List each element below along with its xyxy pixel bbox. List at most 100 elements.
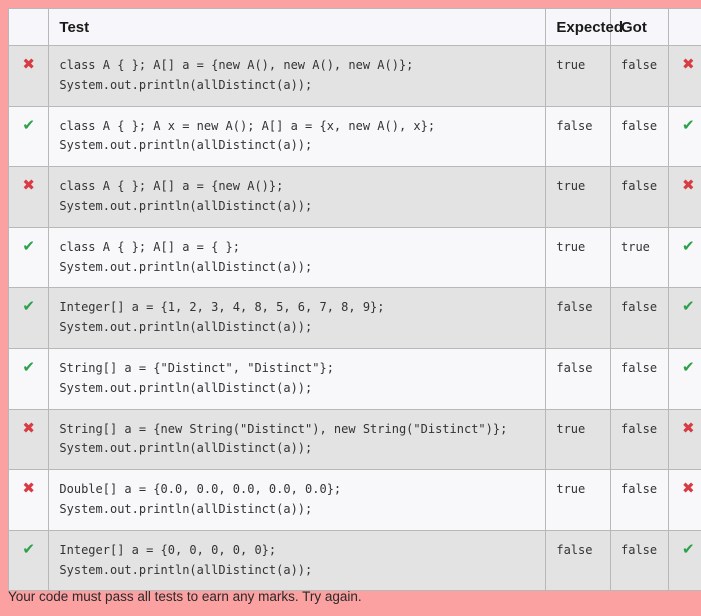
expected-value-cell: true (545, 408, 611, 471)
got-value-cell: false (610, 166, 669, 228)
test-results-panel: Test Expected Got ✖ class A { }; A[] a = … (0, 0, 701, 616)
test-results-table: Test Expected Got ✖ class A { }; A[] a = … (7, 8, 701, 592)
status-pass-icon: ✔ (7, 529, 50, 592)
table-header: Test Expected Got (7, 8, 701, 46)
result-pass-icon: ✔ (667, 105, 701, 168)
expected-value-cell: true (545, 45, 611, 107)
code-line: String[] a = {"Distinct", "Distinct"}; (59, 360, 334, 375)
check-icon: ✔ (681, 540, 695, 558)
table-row: ✖ class A { }; A[] a = {new A(), new A(),… (7, 45, 701, 107)
check-icon: ✔ (22, 540, 35, 558)
code-line: class A { }; A[] a = { }; (59, 239, 241, 254)
cross-icon: ✖ (681, 177, 695, 195)
check-icon: ✔ (681, 237, 695, 255)
table-row: ✔ String[] a = {"Distinct", "Distinct"}; S… (7, 347, 701, 410)
check-icon: ✔ (681, 298, 695, 316)
got-value-cell: false (610, 105, 669, 168)
cross-icon: ✖ (22, 480, 35, 498)
got-value-cell: false (610, 45, 669, 107)
status-fail-icon: ✖ (7, 469, 50, 531)
result-pass-icon: ✔ (667, 226, 701, 289)
test-code-cell: class A { }; A[] a = {new A()}; System.ou… (48, 166, 547, 228)
code-line: System.out.println(allDistinct(a)); (59, 562, 313, 577)
code-line: System.out.println(allDistinct(a)); (59, 441, 313, 456)
table-row: ✖ Double[] a = {0.0, 0.0, 0.0, 0.0, 0.0};… (7, 469, 701, 531)
expected-value-cell: false (545, 529, 611, 592)
table-row: ✖ class A { }; A[] a = {new A()}; System.o… (7, 166, 701, 228)
column-header-test: Test (48, 8, 547, 46)
check-icon: ✔ (22, 237, 35, 255)
expected-value-cell: true (545, 469, 611, 531)
test-code-cell: Double[] a = {0.0, 0.0, 0.0, 0.0, 0.0}; S… (48, 469, 547, 531)
got-value-cell: false (610, 287, 669, 349)
test-code-cell: Integer[] a = {1, 2, 3, 4, 8, 5, 6, 7, 8… (48, 287, 547, 349)
check-icon: ✔ (681, 116, 695, 134)
column-header-expected: Expected (545, 8, 623, 46)
result-fail-icon: ✖ (667, 45, 701, 107)
result-pass-icon: ✔ (667, 287, 701, 349)
test-code-cell: String[] a = {new String("Distinct"), ne… (48, 408, 547, 471)
expected-value-cell: true (545, 226, 611, 289)
cross-icon: ✖ (22, 177, 35, 195)
footer-message: Your code must pass all tests to earn an… (8, 589, 362, 604)
result-pass-icon: ✔ (667, 347, 701, 410)
result-fail-icon: ✖ (667, 469, 701, 531)
column-header-result (667, 8, 701, 46)
status-fail-icon: ✖ (7, 166, 50, 228)
check-icon: ✔ (22, 116, 35, 134)
cross-icon: ✖ (681, 56, 695, 73)
result-fail-icon: ✖ (667, 408, 701, 471)
table-row: ✔ class A { }; A x = new A(); A[] a = {x,… (7, 105, 701, 168)
status-pass-icon: ✔ (7, 226, 50, 289)
test-code-cell: String[] a = {"Distinct", "Distinct"}; Sy… (48, 347, 547, 410)
got-value-cell: false (610, 347, 669, 410)
result-fail-icon: ✖ (667, 166, 701, 228)
expected-value-cell: true (545, 166, 611, 228)
expected-value-cell: false (545, 287, 611, 349)
got-value-cell: false (610, 469, 669, 531)
cross-icon: ✖ (681, 480, 695, 498)
cross-icon: ✖ (22, 56, 35, 73)
test-code-cell: class A { }; A[] a = { }; System.out.prin… (48, 226, 547, 289)
got-value-cell: false (610, 529, 669, 592)
status-pass-icon: ✔ (7, 287, 50, 349)
got-value-cell: false (610, 408, 669, 471)
table-row: ✖ String[] a = {new String("Distinct"), n… (7, 408, 701, 471)
code-line: Integer[] a = {1, 2, 3, 4, 8, 5, 6, 7, 8… (59, 300, 385, 315)
code-line: System.out.println(allDistinct(a)); (59, 138, 313, 153)
check-icon: ✔ (681, 358, 695, 376)
check-icon: ✔ (22, 358, 35, 376)
column-header-status (7, 8, 50, 46)
got-value-cell: true (610, 226, 669, 289)
result-pass-icon: ✔ (667, 529, 701, 592)
code-line: System.out.println(allDistinct(a)); (59, 198, 313, 213)
cross-icon: ✖ (22, 419, 35, 437)
table-body: ✖ class A { }; A[] a = {new A(), new A(),… (7, 45, 701, 592)
expected-value-cell: false (545, 347, 611, 410)
test-code-cell: class A { }; A[] a = {new A(), new A(), … (48, 45, 547, 107)
table-header-row: Test Expected Got (7, 8, 701, 46)
expected-value-cell: false (545, 105, 611, 168)
code-line: System.out.println(allDistinct(a)); (59, 77, 313, 92)
code-line: System.out.println(allDistinct(a)); (59, 320, 313, 335)
test-code-cell: class A { }; A x = new A(); A[] a = {x, … (48, 105, 547, 168)
code-line: String[] a = {new String("Distinct"), ne… (59, 421, 508, 436)
check-icon: ✔ (22, 298, 35, 316)
status-fail-icon: ✖ (7, 45, 50, 107)
test-code-cell: Integer[] a = {0, 0, 0, 0, 0}; System.out… (48, 529, 547, 592)
table-row: ✔ Integer[] a = {0, 0, 0, 0, 0}; System.ou… (7, 529, 701, 592)
status-fail-icon: ✖ (7, 408, 50, 471)
code-line: class A { }; A[] a = {new A(), new A(), … (59, 58, 414, 72)
table-row: ✔ Integer[] a = {1, 2, 3, 4, 8, 5, 6, 7, … (7, 287, 701, 349)
code-line: Integer[] a = {0, 0, 0, 0, 0}; (59, 542, 277, 557)
code-line: class A { }; A x = new A(); A[] a = {x, … (59, 118, 436, 133)
code-line: System.out.println(allDistinct(a)); (59, 380, 313, 395)
status-pass-icon: ✔ (7, 105, 50, 168)
cross-icon: ✖ (681, 419, 695, 437)
status-pass-icon: ✔ (7, 347, 50, 410)
table-row: ✔ class A { }; A[] a = { }; System.out.pri… (7, 226, 701, 289)
code-line: System.out.println(allDistinct(a)); (59, 259, 313, 274)
code-line: Double[] a = {0.0, 0.0, 0.0, 0.0, 0.0}; (59, 482, 342, 497)
code-line: class A { }; A[] a = {new A()}; (59, 179, 284, 194)
code-line: System.out.println(allDistinct(a)); (59, 501, 313, 516)
